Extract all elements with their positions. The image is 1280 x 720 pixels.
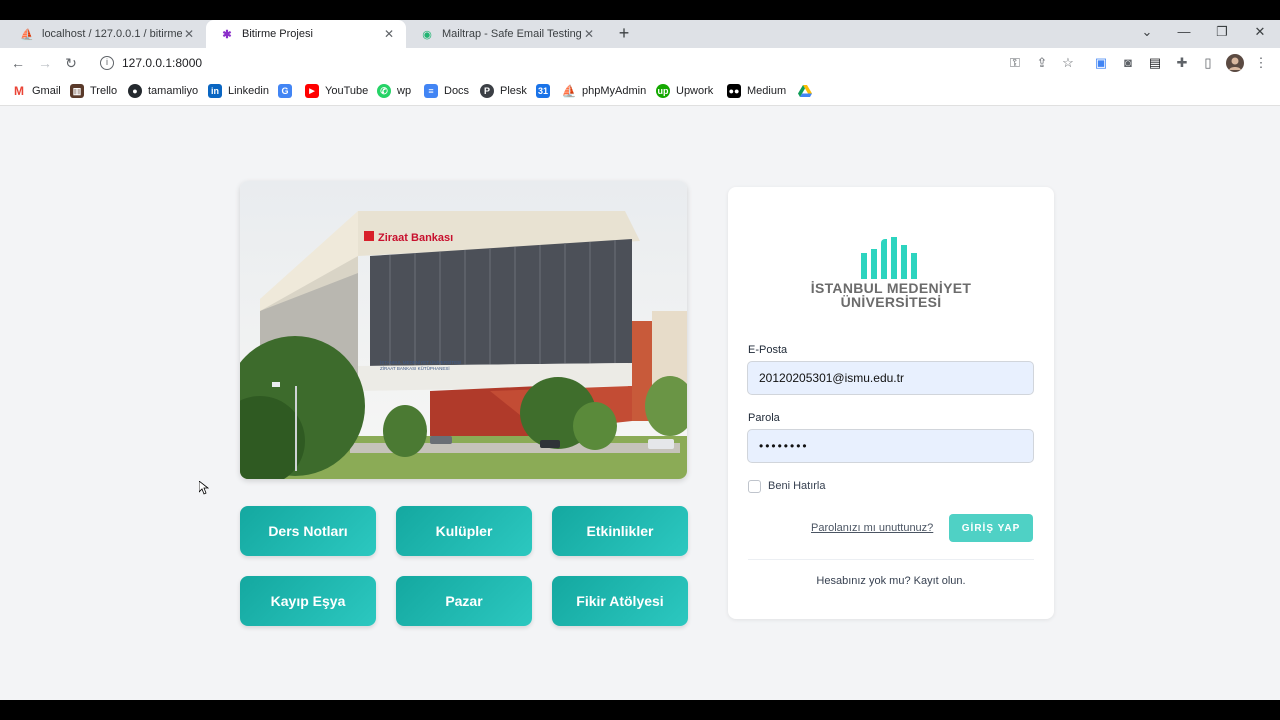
bookmark-plesk[interactable]: P Plesk [480,84,527,98]
pazar-button[interactable]: Pazar [396,576,532,626]
trello-icon: ▥ [70,84,84,98]
logo-line-1: İSTANBUL MEDENİYET [810,280,972,296]
bookmark-upwork[interactable]: up Upwork [656,84,713,98]
email-label: E-Posta [748,344,788,356]
browser-chrome: ⛵ localhost / 127.0.0.1 / bitirme_proje … [0,20,1280,106]
library-building-photo: Ziraat Bankası İSTANBUL MEDENİYET ÜNİVER… [240,181,687,479]
extensions-icon[interactable]: ✚ [1173,54,1191,72]
translate-icon: G [278,84,292,98]
kayip-esya-button[interactable]: Kayıp Eşya [240,576,376,626]
ders-notlari-button[interactable]: Ders Notları [240,506,376,556]
university-logo: İSTANBUL MEDENİYET ÜNİVERSİTESİ [728,237,1054,309]
key-icon[interactable]: ⚿ [1006,54,1024,72]
drive-icon [798,84,812,98]
bookmark-phpmyadmin[interactable]: ⛵ phpMyAdmin [562,84,646,98]
bookmark-trello[interactable]: ▥ Trello [70,84,117,98]
restore-icon[interactable]: ❐ [1212,24,1232,40]
translate-extension-icon[interactable]: ▣ [1092,54,1110,72]
minimize-icon[interactable]: — [1174,24,1194,39]
close-icon[interactable]: ✕ [182,27,196,41]
new-tab-button[interactable]: + [614,23,634,43]
bookmark-tamamliyo[interactable]: ● tamamliyo [128,84,198,98]
calendar-icon: 31 [536,84,550,98]
bookmark-drive[interactable] [798,84,818,98]
mouse-cursor-icon [199,481,209,495]
close-icon[interactable]: ✕ [582,27,596,41]
github-icon: ● [128,84,142,98]
bookmarks-bar: M Gmail ▥ Trello ● tamamliyo in Linkedin… [0,78,1280,106]
etkinlikler-button[interactable]: Etkinlikler [552,506,688,556]
tab-strip: ⛵ localhost / 127.0.0.1 / bitirme_proje … [0,20,1280,48]
logo-line-2: ÜNİVERSİTESİ [840,294,942,310]
divider [748,559,1034,560]
linkedin-icon: in [208,84,222,98]
remember-me-label[interactable]: Beni Hatırla [768,480,825,492]
email-field[interactable]: 20120205301@ismu.edu.tr [747,361,1034,395]
page-content: Ziraat Bankası İSTANBUL MEDENİYET ÜNİVER… [0,106,1280,700]
tab-phpmyadmin[interactable]: ⛵ localhost / 127.0.0.1 / bitirme_proje … [6,20,206,48]
tab-bitirme-projesi[interactable]: ✱ Bitirme Projesi ✕ [206,20,406,48]
forgot-password-link[interactable]: Parolanızı mı unuttunuz? [811,522,933,534]
bookmark-medium[interactable]: ●● Medium [727,84,786,98]
plesk-icon: P [480,84,494,98]
phpmyadmin-icon: ⛵ [20,28,34,41]
bookmark-translate[interactable]: G [278,84,298,98]
login-button[interactable]: GİRİŞ YAP [949,514,1033,542]
phpmyadmin-icon: ⛵ [561,84,577,98]
docs-icon: ≡ [424,84,438,98]
bookmark-gmail[interactable]: M Gmail [12,84,61,98]
back-icon[interactable]: ← [9,54,27,72]
fikir-atolyesi-button[interactable]: Fikir Atölyesi [552,576,688,626]
bookmark-wp[interactable]: ✆ wp [377,84,411,98]
bookmark-calendar[interactable]: 31 [536,84,556,98]
password-field[interactable]: •••••••• [747,429,1034,463]
avatar[interactable] [1226,54,1244,72]
svg-text:İSTANBUL MEDENİYET ÜNİVERSİTES: İSTANBUL MEDENİYET ÜNİVERSİTESİ [380,359,461,365]
youtube-icon: ▶ [305,84,319,98]
tab-search-icon[interactable]: ⌄ [1137,24,1157,40]
upwork-icon: up [656,84,670,98]
bookmark-docs[interactable]: ≡ Docs [424,84,469,98]
picture-in-picture-icon[interactable]: ▤ [1146,54,1164,72]
reload-icon[interactable]: ↻ [62,54,80,72]
password-label: Parola [748,412,780,424]
remember-me-checkbox[interactable] [748,480,761,493]
bookmark-linkedin[interactable]: in Linkedin [208,84,269,98]
gmail-icon: M [12,84,26,98]
browser-toolbar: ← → ↻ i 127.0.0.1:8000 ⚿ ⇪ ☆ ▣ ◙ ▤ ✚ ▯ ⋮ [0,48,1280,78]
address-bar[interactable]: i 127.0.0.1:8000 [92,51,1086,75]
forward-icon[interactable]: → [36,54,54,72]
register-link[interactable]: Hesabınız yok mu? Kayıt olun. [728,575,1054,587]
menu-icon[interactable]: ⋮ [1252,54,1270,72]
laravel-icon: ✱ [222,28,232,41]
tab-mailtrap[interactable]: ◉ Mailtrap - Safe Email Testing ✕ [406,20,606,48]
side-panel-icon[interactable]: ▯ [1199,54,1217,72]
bookmark-youtube[interactable]: ▶ YouTube [305,84,368,98]
whatsapp-icon: ✆ [377,84,391,98]
mailtrap-icon: ◉ [422,28,432,41]
medium-icon: ●● [727,84,741,98]
close-icon[interactable]: ✕ [382,27,396,41]
share-icon[interactable]: ⇪ [1033,54,1051,72]
kulupler-button[interactable]: Kulüpler [396,506,532,556]
camera-icon[interactable]: ◙ [1119,54,1137,72]
svg-text:Ziraat Bankası: Ziraat Bankası [378,232,453,244]
window-close-icon[interactable]: ✕ [1250,24,1270,40]
star-icon[interactable]: ☆ [1059,54,1077,72]
svg-text:ZİRAAT BANKASI KÜTÜPHANESİ: ZİRAAT BANKASI KÜTÜPHANESİ [380,365,450,371]
site-info-icon[interactable]: i [100,56,114,70]
url-text[interactable]: 127.0.0.1:8000 [122,56,202,70]
university-logo-icon [861,237,917,279]
login-card: İSTANBUL MEDENİYET ÜNİVERSİTESİ E-Posta … [728,187,1054,619]
